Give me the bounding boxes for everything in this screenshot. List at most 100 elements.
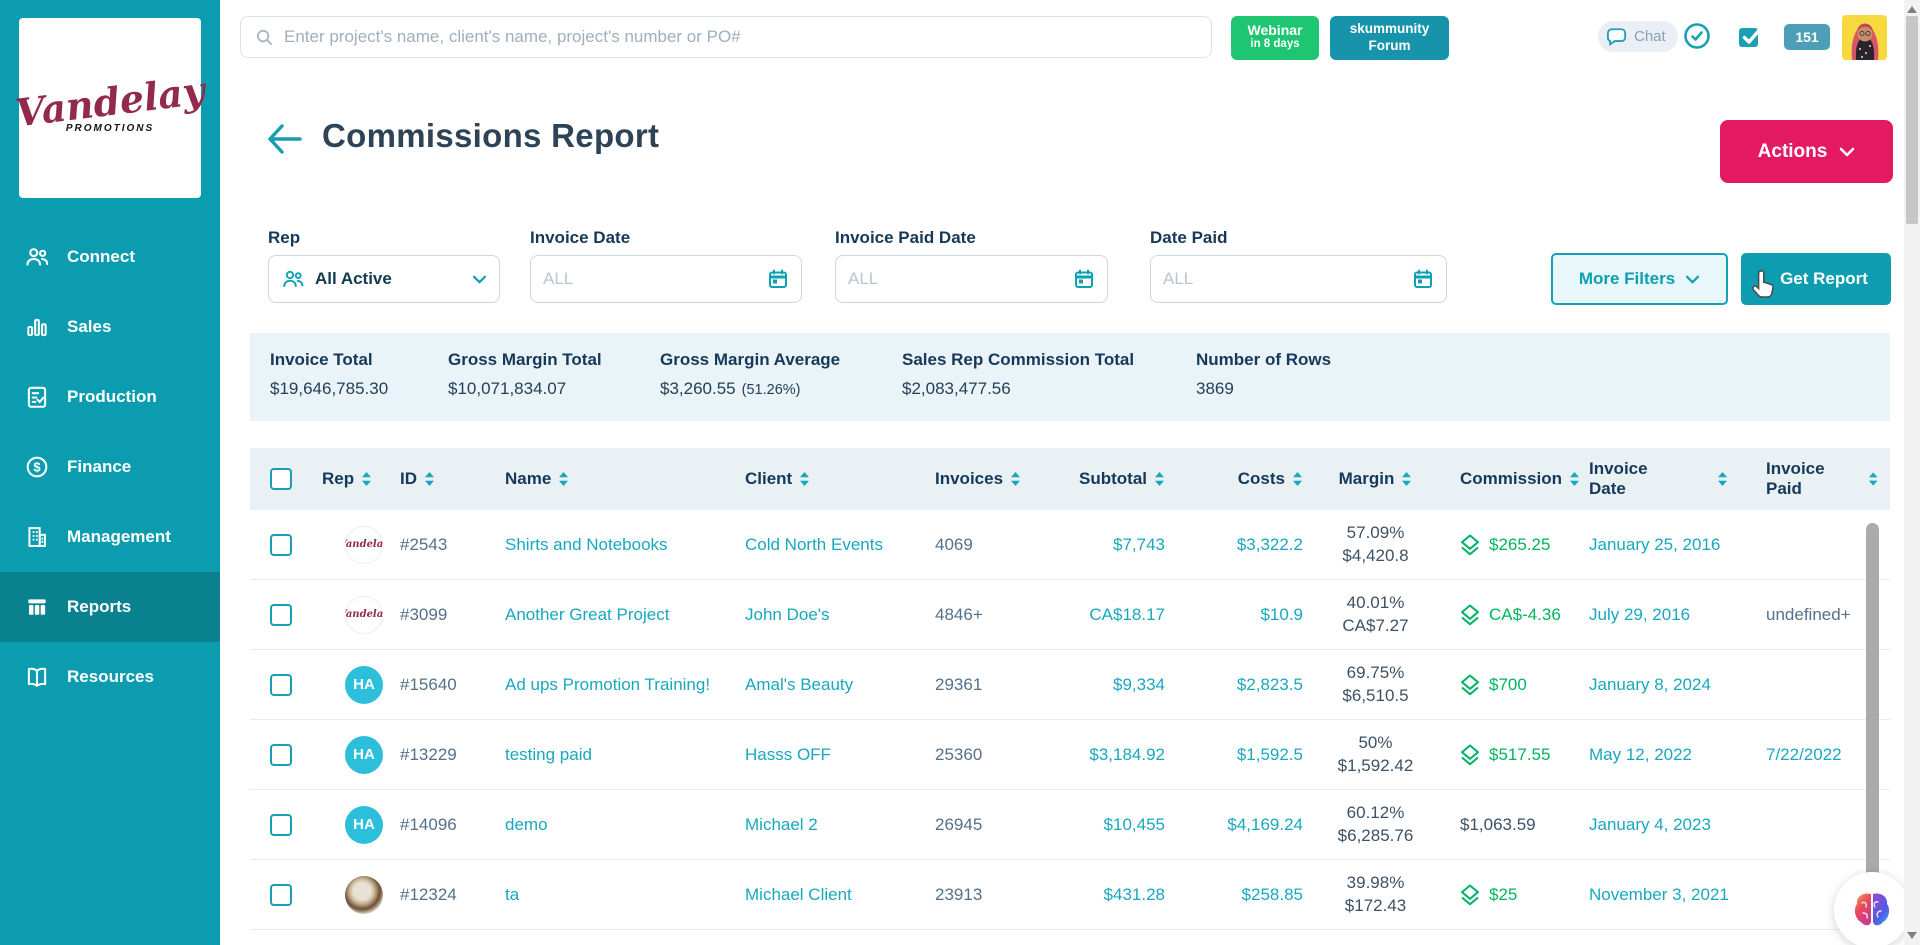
client-link[interactable]: Amal's Beauty <box>745 675 853 695</box>
costs-link[interactable]: $258.85 <box>1242 885 1303 905</box>
costs-link[interactable]: $10.9 <box>1260 605 1303 625</box>
invoice-date-link[interactable]: January 25, 2016 <box>1589 535 1720 555</box>
webinar-button[interactable]: Webinar in 8 days <box>1231 16 1319 60</box>
header-subtotal[interactable]: Subtotal <box>1043 469 1183 489</box>
margin-value: 60.12% $6,285.76 <box>1338 802 1414 846</box>
table-row: HA #15640 Ad ups Promotion Training! Ama… <box>250 650 1890 720</box>
header-client[interactable]: Client <box>745 469 935 489</box>
page-scrollbar[interactable] <box>1904 0 1920 945</box>
client-link[interactable]: Cold North Events <box>745 535 883 555</box>
costs-link[interactable]: $1,592.5 <box>1237 745 1303 765</box>
invoice-date-link[interactable]: January 4, 2023 <box>1589 815 1711 835</box>
invoices-count: 29361 <box>935 675 1043 695</box>
subtotal-link[interactable]: $10,455 <box>1104 815 1165 835</box>
header-invoice-paid[interactable]: Invoice Paid <box>1742 459 1878 499</box>
forum-button[interactable]: skummunity Forum <box>1330 16 1449 60</box>
header-margin[interactable]: Margin <box>1313 469 1438 489</box>
sidebar: Vandelay PROMOTIONS Connect Sales Produc… <box>0 0 220 945</box>
rep-avatar[interactable]: HA <box>345 666 383 704</box>
tasks-check-icon[interactable] <box>1736 22 1764 55</box>
table-header-row: Rep ID Name Client Invoices Subtotal <box>250 448 1890 510</box>
select-all-checkbox[interactable] <box>270 468 292 490</box>
table-row: HA #14096 demo Michael 2 26945 $10,455 $… <box>250 790 1890 860</box>
header-invoice-date[interactable]: Invoice Date <box>1583 459 1742 500</box>
sort-icon <box>1401 471 1412 487</box>
header-name[interactable]: Name <box>498 469 745 489</box>
row-checkbox[interactable] <box>270 814 292 836</box>
client-link[interactable]: Hasss OFF <box>745 745 831 765</box>
commission-diamond-icon <box>1460 674 1480 696</box>
rep-avatar[interactable]: Vandelay <box>345 526 383 564</box>
chat-button[interactable]: Chat <box>1598 21 1678 52</box>
invoice-paid-date-input[interactable] <box>835 255 1108 303</box>
subtotal-link[interactable]: $3,184.92 <box>1089 745 1165 765</box>
project-name-link[interactable]: Shirts and Notebooks <box>505 535 668 555</box>
actions-button[interactable]: Actions <box>1720 120 1893 183</box>
subtotal-link[interactable]: CA$18.17 <box>1089 605 1165 625</box>
subtotal-link[interactable]: $431.28 <box>1104 885 1165 905</box>
global-search[interactable] <box>240 16 1212 58</box>
header-invoices[interactable]: Invoices <box>935 469 1043 489</box>
sidebar-item-finance[interactable]: Finance <box>0 432 220 502</box>
date-paid-input[interactable] <box>1150 255 1447 303</box>
costs-link[interactable]: $4,169.24 <box>1227 815 1303 835</box>
invoice-date-link[interactable]: May 12, 2022 <box>1589 745 1692 765</box>
rep-avatar[interactable] <box>345 876 383 914</box>
rep-dropdown[interactable]: All Active <box>268 255 500 303</box>
scroll-down-arrow[interactable] <box>1907 932 1917 939</box>
rep-avatar[interactable]: HA <box>345 736 383 774</box>
sidebar-item-production[interactable]: Production <box>0 362 220 432</box>
circle-check-icon[interactable] <box>1683 22 1711 55</box>
search-icon <box>255 28 274 47</box>
sidebar-item-resources[interactable]: Resources <box>0 642 220 712</box>
row-checkbox[interactable] <box>270 674 292 696</box>
subtotal-link[interactable]: $9,334 <box>1113 675 1165 695</box>
search-input[interactable] <box>284 27 1197 47</box>
costs-link[interactable]: $2,823.5 <box>1237 675 1303 695</box>
scrollbar-thumb[interactable] <box>1906 16 1918 224</box>
sidebar-item-management[interactable]: Management <box>0 502 220 572</box>
project-name-link[interactable]: testing paid <box>505 745 592 765</box>
sidebar-item-connect[interactable]: Connect <box>0 222 220 292</box>
invoice-paid-value[interactable]: 7/22/2022 <box>1766 745 1842 765</box>
commissions-table: Rep ID Name Client Invoices Subtotal <box>250 448 1890 930</box>
scroll-up-arrow[interactable] <box>1907 6 1917 13</box>
chevron-down-icon <box>472 275 487 284</box>
subtotal-link[interactable]: $7,743 <box>1113 535 1165 555</box>
invoice-date-link[interactable]: November 3, 2021 <box>1589 885 1729 905</box>
client-link[interactable]: Michael 2 <box>745 815 818 835</box>
client-link[interactable]: John Doe's <box>745 605 830 625</box>
rep-avatar[interactable]: HA <box>345 806 383 844</box>
invoice-date-link[interactable]: July 29, 2016 <box>1589 605 1690 625</box>
project-name-link[interactable]: Ad ups Promotion Training! <box>505 675 710 695</box>
header-rep[interactable]: Rep <box>312 469 392 489</box>
row-checkbox[interactable] <box>270 604 292 626</box>
project-name-link[interactable]: demo <box>505 815 548 835</box>
rep-avatar[interactable]: Vandelay <box>345 596 383 634</box>
header-id[interactable]: ID <box>392 469 498 489</box>
chevron-down-icon <box>1685 275 1700 284</box>
costs-link[interactable]: $3,322.2 <box>1237 535 1303 555</box>
sidebar-item-reports[interactable]: Reports <box>0 572 220 642</box>
get-report-button[interactable]: Get Report <box>1741 253 1891 305</box>
row-checkbox[interactable] <box>270 534 292 556</box>
invoice-date-link[interactable]: January 8, 2024 <box>1589 675 1711 695</box>
more-filters-button[interactable]: More Filters <box>1551 253 1728 305</box>
commission-diamond-icon <box>1460 744 1480 766</box>
company-logo[interactable]: Vandelay PROMOTIONS <box>19 18 201 198</box>
invoice-date-input[interactable] <box>530 255 802 303</box>
header-commission[interactable]: Commission <box>1438 469 1583 489</box>
user-avatar[interactable] <box>1842 15 1887 60</box>
row-checkbox[interactable] <box>270 884 292 906</box>
project-name-link[interactable]: Another Great Project <box>505 605 669 625</box>
commission-cell: $25 <box>1438 884 1583 906</box>
project-name-link[interactable]: ta <box>505 885 519 905</box>
header-costs[interactable]: Costs <box>1183 469 1313 489</box>
back-arrow-button[interactable] <box>266 123 302 160</box>
sidebar-item-sales[interactable]: Sales <box>0 292 220 362</box>
notification-count-badge[interactable]: 151 <box>1784 24 1830 50</box>
row-checkbox[interactable] <box>270 744 292 766</box>
client-link[interactable]: Michael Client <box>745 885 852 905</box>
rep-dropdown-value: All Active <box>315 269 462 289</box>
brain-extension-widget[interactable] <box>1834 872 1910 945</box>
